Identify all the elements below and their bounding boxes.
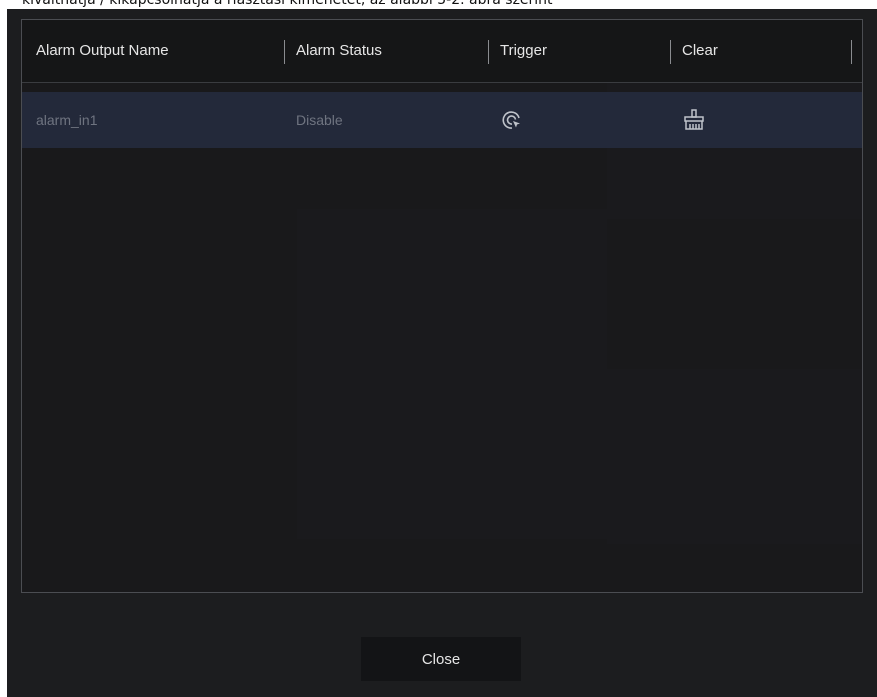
column-divider [670,40,671,64]
page-caption: kiválthatja / kikapcsolhatja a riasztási… [22,0,553,8]
alarm-status-cell: Disable [296,112,343,128]
column-divider [284,40,285,64]
alarm-output-table: Alarm Output Name Alarm Status Trigger C… [21,19,863,593]
table-header: Alarm Output Name Alarm Status Trigger C… [22,20,862,83]
alarm-output-dialog: Alarm Output Name Alarm Status Trigger C… [7,9,877,697]
column-header-alarm-status: Alarm Status [296,42,382,59]
column-divider [851,40,852,64]
column-header-trigger: Trigger [500,42,547,59]
table-row[interactable]: alarm_in1 Disable [22,92,862,148]
trigger-icon[interactable] [500,108,524,132]
column-header-alarm-output-name: Alarm Output Name [36,42,169,59]
column-divider [488,40,489,64]
clear-broom-icon[interactable] [682,108,706,132]
column-header-clear: Clear [682,42,718,59]
close-button[interactable]: Close [361,637,521,681]
alarm-output-name-cell: alarm_in1 [36,112,98,128]
